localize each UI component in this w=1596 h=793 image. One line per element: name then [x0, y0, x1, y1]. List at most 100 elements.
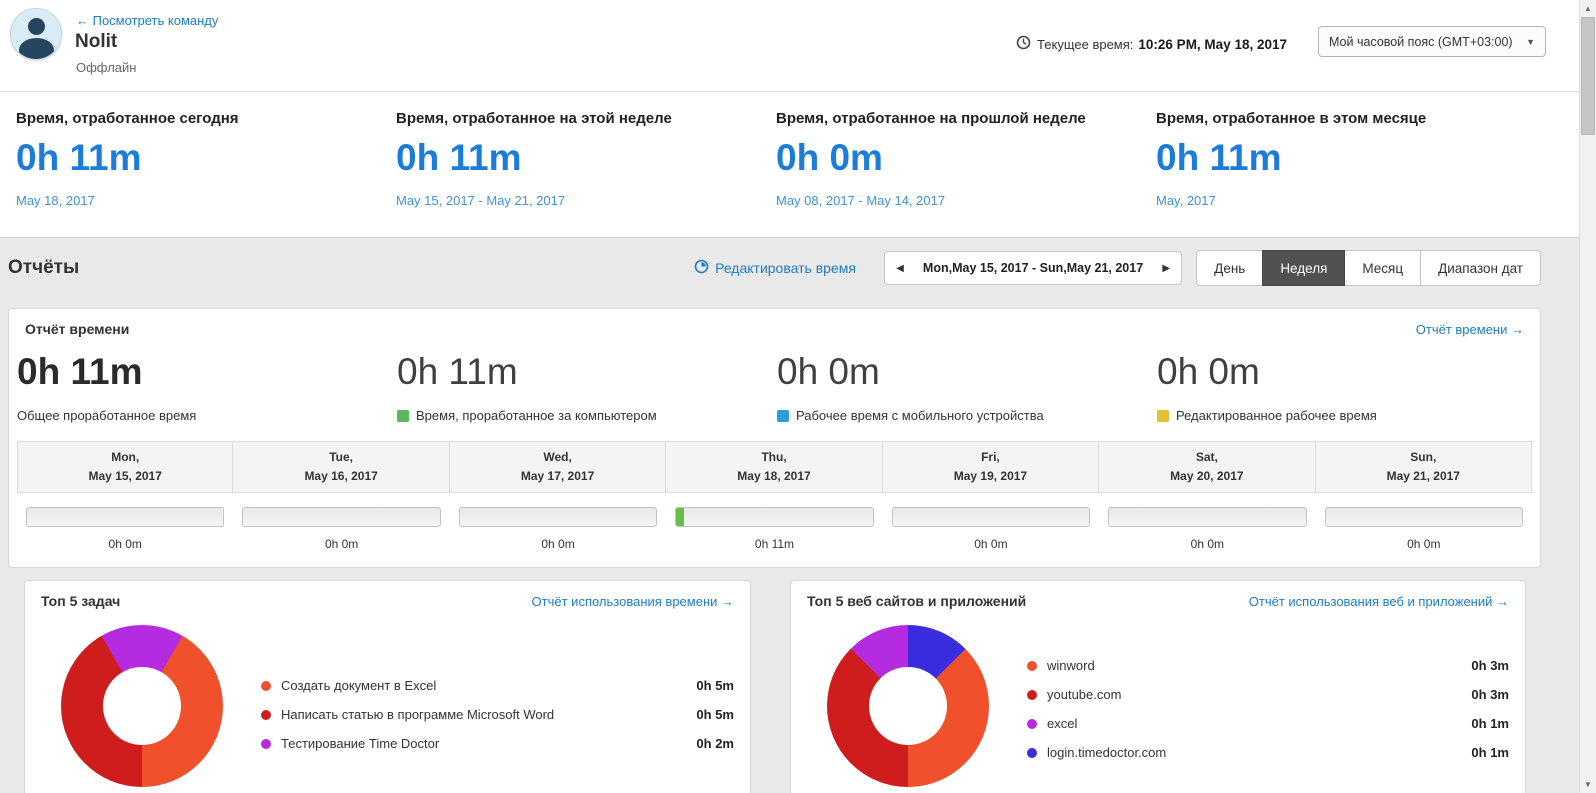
user-status: Оффлайн [76, 60, 137, 75]
current-time-value: 10:26 PM, May 18, 2017 [1138, 36, 1287, 52]
legend-dot [1027, 689, 1037, 700]
legend-label: youtube.com [1047, 687, 1122, 703]
stat-last-week: Время, отработанное на прошлой неделе 0h… [776, 92, 1156, 237]
time-report-card: Отчёт времени Отчёт времени → 0h 11m Общ… [8, 308, 1541, 569]
legend-label: Тестирование Time Doctor [281, 736, 440, 752]
view-day-button[interactable]: День [1196, 250, 1264, 286]
stat-period: May, 2017 [1156, 193, 1216, 208]
dashboard-page: ← Посмотреть команду Nolit Оффлайн Текущ… [0, 0, 1579, 793]
legend-time: 0h 1m [1471, 716, 1509, 732]
summary-computer: 0h 11m Время, проработанное за компьютер… [397, 351, 777, 423]
web-app-usage-report-link[interactable]: Отчёт использования веб и приложений → [1249, 594, 1509, 609]
vertical-scrollbar[interactable]: ▲ ▼ [1579, 0, 1596, 793]
summary-mobile: 0h 0m Рабочее время с мобильного устройс… [777, 351, 1157, 423]
summary-value: 0h 0m [1157, 351, 1260, 392]
stat-value: 0h 11m [16, 137, 142, 178]
view-week-button[interactable]: Неделя [1262, 250, 1346, 286]
summary-label: Редактированное рабочее время [1157, 408, 1537, 423]
edit-time-label: Редактировать время [715, 260, 856, 276]
user-name: Nolit [75, 31, 118, 52]
tasks-legend: Создать документ в Excel 0h 5m Написать … [261, 671, 734, 787]
stat-title: Время, отработанное сегодня [16, 110, 239, 127]
day-time: 0h 0m [541, 537, 575, 552]
edit-time-clock-icon [694, 259, 709, 277]
day-progress-bar [242, 507, 441, 528]
arrow-right-icon: ▶ [1162, 262, 1171, 274]
view-team-link[interactable]: ← Посмотреть команду [76, 13, 218, 28]
legend-dot [1027, 718, 1037, 729]
time-report-link[interactable]: Отчёт времени → [1416, 322, 1524, 337]
day-time: 0h 0m [1190, 537, 1225, 552]
prev-week-button[interactable]: ◀ [885, 252, 915, 284]
scrollbar-down-icon[interactable]: ▼ [1580, 776, 1596, 793]
chevron-down-icon: ▼ [1526, 36, 1535, 47]
stat-title: Время, отработанное на этой неделе [396, 110, 672, 127]
avatar [10, 8, 62, 60]
legend-row: excel 0h 1m [1027, 709, 1509, 738]
view-month-button[interactable]: Месяц [1344, 250, 1422, 286]
timezone-select[interactable]: Мой часовой пояс (GMT+03:00) ▼ [1318, 26, 1546, 57]
day-header-cell: Sun, May 21, 2017 [1314, 441, 1532, 494]
date-navigator: ◀ Mon,May 15, 2017 - Sun,May 21, 2017 ▶ [883, 251, 1183, 285]
day-progress-bar [1324, 507, 1523, 528]
sites-donut-chart [827, 625, 989, 788]
header: ← Посмотреть команду Nolit Оффлайн Текущ… [0, 0, 1579, 92]
day-header-cell: Thu, May 18, 2017 [665, 441, 883, 494]
top-sites-title: Топ 5 веб сайтов и приложений [807, 593, 1027, 610]
week-header-row: Mon, May 15, 2017 Tue, May 16, 2017 Wed, Ma… [17, 441, 1532, 494]
legend-row: Написать статью в программе Microsoft Wo… [261, 700, 734, 729]
stats-row: Время, отработанное сегодня 0h 11m May 1… [0, 92, 1579, 238]
avatar-person-icon [28, 18, 45, 35]
summary-label: Общее проработанное время [17, 408, 197, 423]
legend-label: login.timedoctor.com [1047, 745, 1167, 761]
top-tasks-content: Создать документ в Excel 0h 5m Написать … [25, 609, 750, 788]
legend-label: excel [1047, 716, 1078, 732]
day-progress-bar [675, 507, 874, 528]
day-time: 0h 11m [754, 537, 795, 552]
stat-value: 0h 0m [776, 137, 883, 178]
view-switcher: День Неделя Месяц Диапазон дат [1196, 250, 1541, 286]
next-week-button[interactable]: ▶ [1151, 252, 1181, 284]
edit-time-link[interactable]: Редактировать время [694, 259, 856, 277]
time-report-title: Отчёт времени [25, 321, 130, 337]
stat-title: Время, отработанное на прошлой неделе [776, 110, 1086, 127]
legend-label: Создать документ в Excel [281, 678, 437, 694]
scrollbar-up-icon[interactable]: ▲ [1580, 0, 1596, 17]
stat-title: Время, отработанное в этом месяце [1156, 110, 1427, 127]
view-range-button[interactable]: Диапазон дат [1420, 250, 1541, 286]
summary-total: 0h 11m Общее проработанное время [17, 351, 397, 423]
legend-label: winword [1047, 658, 1095, 674]
top-sites-content: winword 0h 3m youtube.com 0h 3m excel 0h… [791, 609, 1525, 788]
summary-value: 0h 0m [777, 351, 880, 392]
stat-period: May 15, 2017 - May 21, 2017 [396, 193, 566, 208]
stat-period: May 18, 2017 [16, 193, 95, 208]
time-usage-report-link[interactable]: Отчёт использования времени → [532, 594, 734, 609]
day-header-cell: Fri, May 19, 2017 [881, 441, 1100, 494]
legend-dot [261, 738, 271, 749]
scrollbar-thumb[interactable] [1581, 17, 1595, 135]
top-tasks-card: Топ 5 задач Отчёт использования времени … [24, 580, 751, 793]
summary-label: Рабочее время с мобильного устройства [777, 408, 1157, 423]
time-report-summary: 0h 11m Общее проработанное время 0h 11m … [9, 337, 1540, 423]
legend-time: 0h 3m [1471, 687, 1509, 703]
legend-dot [261, 680, 271, 691]
day-progress-bar [458, 507, 658, 528]
day-time: 0h 0m [974, 537, 1008, 552]
summary-label: Время, проработанное за компьютером [397, 408, 777, 423]
arrow-left-icon: ◀ [896, 262, 904, 274]
bottom-cards: Топ 5 задач Отчёт использования времени … [24, 580, 1541, 793]
mobile-time-marker [777, 409, 789, 422]
summary-edited: 0h 0m Редактированное рабочее время [1157, 351, 1537, 423]
clock-icon [1016, 35, 1031, 53]
sites-legend: winword 0h 3m youtube.com 0h 3m excel 0h… [1027, 651, 1509, 787]
legend-time: 0h 2m [696, 736, 734, 752]
legend-time: 0h 5m [696, 707, 734, 723]
reports-title: Отчёты [8, 257, 80, 278]
legend-time: 0h 1m [1471, 745, 1509, 761]
top-tasks-title: Топ 5 задач [41, 593, 121, 610]
legend-row: login.timedoctor.com 0h 1m [1027, 738, 1509, 767]
legend-row: youtube.com 0h 3m [1027, 680, 1509, 709]
summary-value: 0h 11m [397, 351, 518, 392]
legend-dot [1027, 747, 1037, 758]
legend-row: Тестирование Time Doctor 0h 2m [261, 729, 734, 758]
